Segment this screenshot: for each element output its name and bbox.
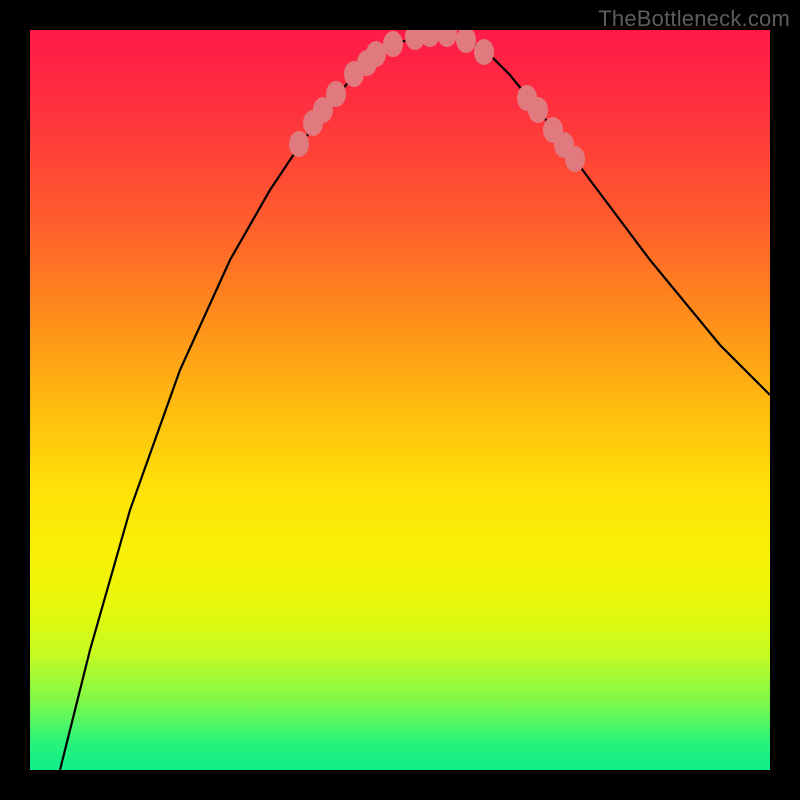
chart-frame: TheBottleneck.com — [0, 0, 800, 800]
curve-svg — [30, 30, 770, 770]
bottleneck-curve-left — [60, 33, 435, 770]
curve-marker — [366, 41, 386, 67]
plot-area — [30, 30, 770, 770]
curve-marker — [383, 31, 403, 57]
curve-marker — [326, 81, 346, 107]
curve-markers — [289, 30, 585, 172]
curve-marker — [289, 131, 309, 157]
brand-watermark: TheBottleneck.com — [598, 6, 790, 32]
bottleneck-curve-right — [435, 33, 770, 395]
curve-marker — [456, 30, 476, 53]
curve-marker — [474, 39, 494, 65]
curve-marker — [528, 97, 548, 123]
curve-marker — [437, 30, 457, 47]
curve-marker — [565, 146, 585, 172]
